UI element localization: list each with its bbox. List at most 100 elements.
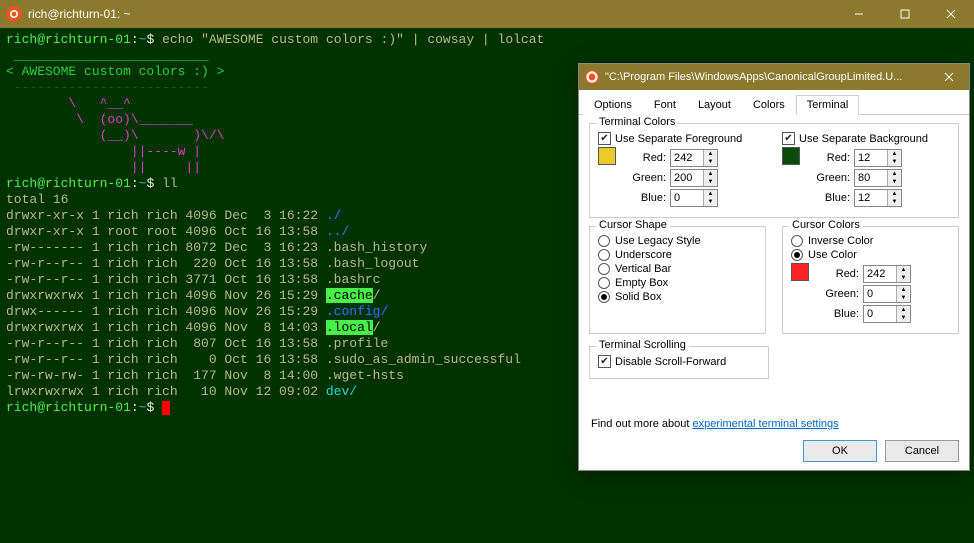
minimize-button[interactable] [836, 0, 882, 28]
label-red: Red: [821, 268, 863, 280]
radio-icon [598, 235, 610, 247]
button-label: Cancel [905, 445, 939, 457]
radio-label: Solid Box [615, 291, 661, 303]
group-legend: Cursor Colors [789, 219, 863, 231]
radio-icon [791, 249, 803, 261]
radio-icon [598, 291, 610, 303]
checkbox-icon [598, 355, 611, 368]
fg-red-spinner[interactable]: ▲▼ [670, 149, 718, 167]
fg-blue-spinner[interactable]: ▲▼ [670, 189, 718, 207]
experimental-settings-link[interactable]: experimental terminal settings [693, 418, 839, 430]
tab-terminal[interactable]: Terminal [796, 95, 860, 115]
label-green: Green: [821, 288, 863, 300]
button-label: OK [832, 445, 848, 457]
label-green: Green: [812, 172, 854, 184]
cursor-shape-radio[interactable]: Underscore [598, 249, 757, 261]
spin-down-icon[interactable]: ▼ [704, 158, 717, 166]
cur-green-value[interactable] [864, 286, 896, 302]
radio-label: Empty Box [615, 277, 668, 289]
ubuntu-logo-icon [6, 6, 22, 22]
group-legend: Cursor Shape [596, 219, 670, 231]
spin-up-icon[interactable]: ▲ [897, 266, 910, 274]
group-legend: Terminal Colors [596, 116, 678, 128]
spin-down-icon[interactable]: ▼ [888, 158, 901, 166]
window-titlebar: rich@richturn-01: ~ [0, 0, 974, 28]
checkbox-icon [598, 132, 611, 145]
spin-up-icon[interactable]: ▲ [888, 170, 901, 178]
bg-green-value[interactable] [855, 170, 887, 186]
radio-label: Inverse Color [808, 235, 873, 247]
cur-red-spinner[interactable]: ▲▼ [863, 265, 911, 283]
spin-up-icon[interactable]: ▲ [888, 150, 901, 158]
radio-icon [598, 249, 610, 261]
label-blue: Blue: [628, 192, 670, 204]
bg-red-spinner[interactable]: ▲▼ [854, 149, 902, 167]
tab-font[interactable]: Font [643, 95, 687, 115]
spin-down-icon[interactable]: ▼ [888, 178, 901, 186]
label-blue: Blue: [812, 192, 854, 204]
background-checkbox[interactable]: Use Separate Background [782, 132, 950, 145]
foreground-checkbox[interactable]: Use Separate Foreground [598, 132, 766, 145]
spin-down-icon[interactable]: ▼ [704, 198, 717, 206]
fg-blue-value[interactable] [671, 190, 703, 206]
cur-red-value[interactable] [864, 266, 896, 282]
ok-button[interactable]: OK [803, 440, 877, 462]
radio-icon [791, 235, 803, 247]
fg-red-value[interactable] [671, 150, 703, 166]
use-color-radio[interactable]: Use Color [791, 249, 950, 261]
spin-up-icon[interactable]: ▲ [888, 190, 901, 198]
spin-up-icon[interactable]: ▲ [897, 306, 910, 314]
bg-blue-value[interactable] [855, 190, 887, 206]
checkbox-label: Disable Scroll-Forward [615, 356, 726, 368]
info-prefix: Find out more about [591, 418, 693, 430]
disable-scroll-forward-checkbox[interactable]: Disable Scroll-Forward [598, 355, 760, 368]
spin-up-icon[interactable]: ▲ [897, 286, 910, 294]
spin-up-icon[interactable]: ▲ [704, 190, 717, 198]
terminal-scrolling-group: Terminal Scrolling Disable Scroll-Forwar… [589, 346, 769, 379]
radio-label: Use Legacy Style [615, 235, 701, 247]
cur-green-spinner[interactable]: ▲▼ [863, 285, 911, 303]
tab-colors[interactable]: Colors [742, 95, 796, 115]
close-button[interactable] [928, 0, 974, 28]
cursor-shape-radio[interactable]: Empty Box [598, 277, 757, 289]
fg-green-spinner[interactable]: ▲▼ [670, 169, 718, 187]
radio-label: Underscore [615, 249, 672, 261]
cursor-shape-group: Cursor Shape Use Legacy StyleUnderscoreV… [589, 226, 766, 334]
cursor-shape-radio[interactable]: Vertical Bar [598, 263, 757, 275]
radio-icon [598, 263, 610, 275]
checkbox-label: Use Separate Background [799, 133, 928, 145]
bg-red-value[interactable] [855, 150, 887, 166]
spin-down-icon[interactable]: ▼ [897, 274, 910, 282]
cursor-shape-radio[interactable]: Use Legacy Style [598, 235, 757, 247]
checkbox-label: Use Separate Foreground [615, 133, 742, 145]
properties-dialog: "C:\Program Files\WindowsApps\CanonicalG… [578, 63, 970, 471]
cur-blue-spinner[interactable]: ▲▼ [863, 305, 911, 323]
dialog-titlebar: "C:\Program Files\WindowsApps\CanonicalG… [579, 64, 969, 90]
bg-blue-spinner[interactable]: ▲▼ [854, 189, 902, 207]
tab-layout[interactable]: Layout [687, 95, 742, 115]
dialog-close-button[interactable] [929, 64, 969, 90]
label-red: Red: [628, 152, 670, 164]
checkbox-icon [782, 132, 795, 145]
spin-down-icon[interactable]: ▼ [888, 198, 901, 206]
fg-green-value[interactable] [671, 170, 703, 186]
fg-swatch[interactable] [598, 147, 616, 165]
cursor-shape-radio[interactable]: Solid Box [598, 291, 757, 303]
spin-down-icon[interactable]: ▼ [704, 178, 717, 186]
tab-options[interactable]: Options [583, 95, 643, 115]
terminal-colors-group: Terminal Colors Use Separate Foreground … [589, 123, 959, 218]
inverse-color-radio[interactable]: Inverse Color [791, 235, 950, 247]
bg-swatch[interactable] [782, 147, 800, 165]
spin-up-icon[interactable]: ▲ [704, 170, 717, 178]
cancel-button[interactable]: Cancel [885, 440, 959, 462]
ubuntu-logo-icon [585, 70, 599, 84]
cur-blue-value[interactable] [864, 306, 896, 322]
window-title: rich@richturn-01: ~ [28, 7, 836, 21]
maximize-button[interactable] [882, 0, 928, 28]
dialog-title: "C:\Program Files\WindowsApps\CanonicalG… [605, 71, 929, 83]
bg-green-spinner[interactable]: ▲▼ [854, 169, 902, 187]
spin-up-icon[interactable]: ▲ [704, 150, 717, 158]
cursor-swatch[interactable] [791, 263, 809, 281]
spin-down-icon[interactable]: ▼ [897, 314, 910, 322]
spin-down-icon[interactable]: ▼ [897, 294, 910, 302]
